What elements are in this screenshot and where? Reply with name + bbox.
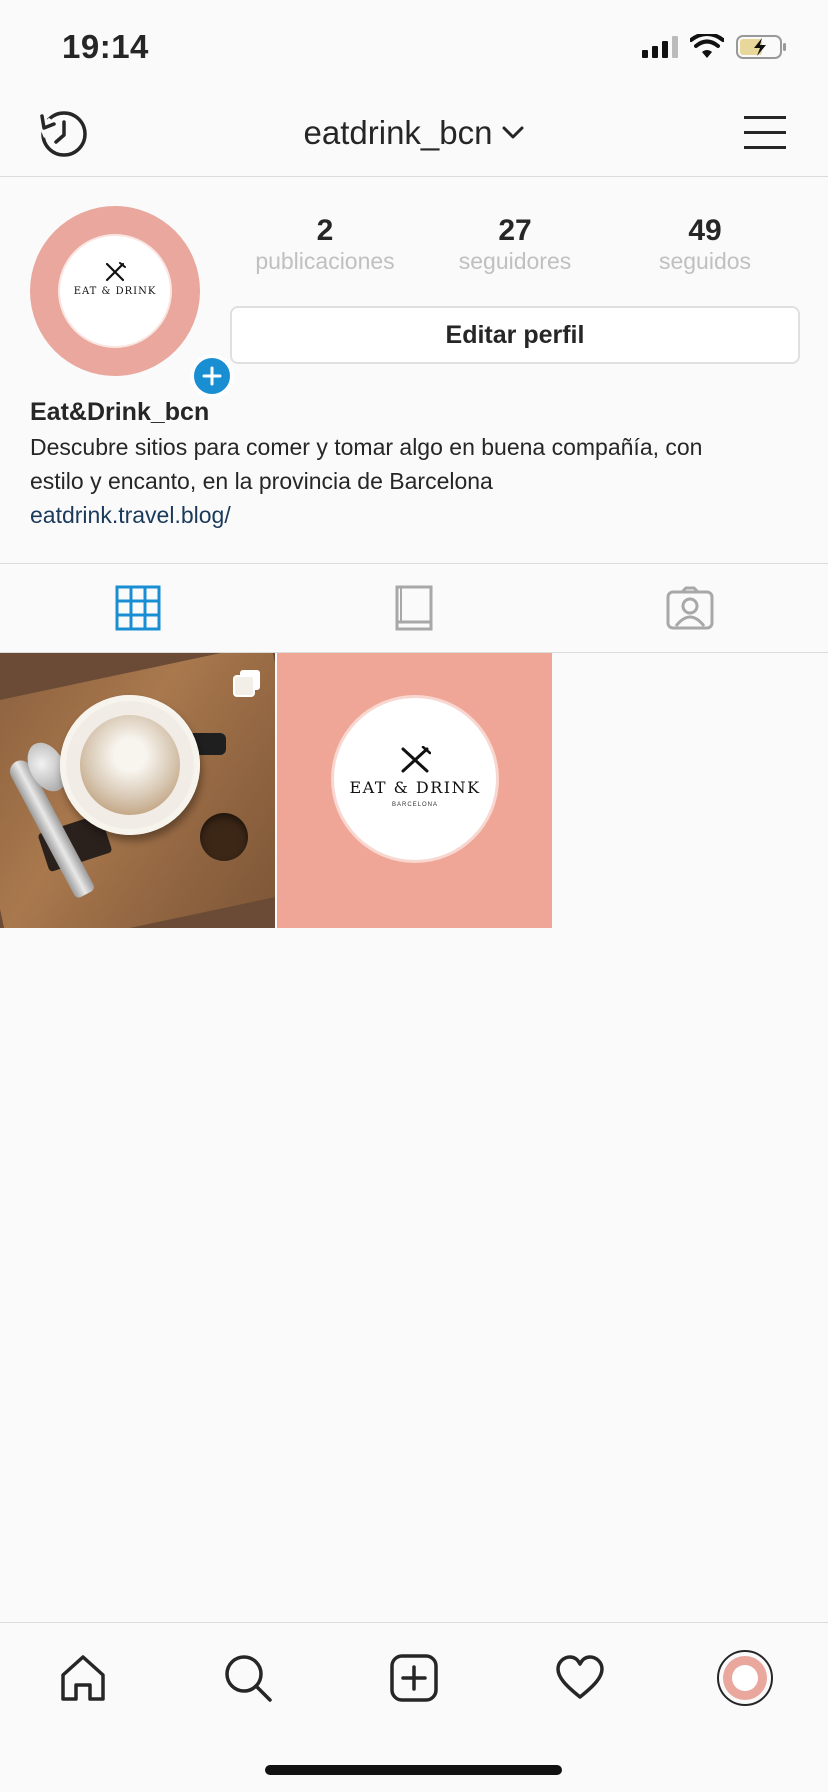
- stat-followers[interactable]: 27 seguidores: [420, 214, 610, 277]
- avatar-logo-text: EAT & DRINK: [73, 286, 157, 297]
- chevron-down-icon: [502, 126, 524, 139]
- nav-search[interactable]: [208, 1638, 288, 1718]
- home-indicator: [265, 1765, 562, 1775]
- post-thumbnail-logo[interactable]: EAT & DRINK BARCELONA: [277, 653, 552, 928]
- stat-following-label: seguidos: [658, 248, 752, 274]
- board-hole: [200, 813, 248, 861]
- stat-posts-count: 2: [316, 214, 334, 247]
- tab-grid[interactable]: [0, 564, 276, 652]
- add-post-icon: [390, 1654, 438, 1702]
- tagged-person-icon: [666, 586, 714, 630]
- nav-profile[interactable]: [705, 1638, 785, 1718]
- status-bar: 19:14: [0, 0, 828, 100]
- stat-posts-label: publicaciones: [255, 248, 395, 274]
- avatar-small-ring: [723, 1656, 768, 1700]
- latte-art: [80, 715, 180, 815]
- logo-title: EAT & DRINK: [349, 778, 481, 797]
- cellular-signal-icon: [642, 36, 678, 58]
- bio-line-1: Descubre sitios para comer y tomar algo …: [30, 434, 703, 460]
- add-story-button[interactable]: [190, 354, 234, 398]
- bio: Eat&Drink_bcn Descubre sitios para comer…: [30, 395, 800, 532]
- search-icon: [225, 1655, 273, 1702]
- top-nav: eatdrink_bcn: [0, 100, 828, 177]
- nav-home[interactable]: [43, 1638, 123, 1718]
- plus-icon: [202, 366, 222, 386]
- profile-avatar-small: [717, 1650, 774, 1706]
- multiple-photos-icon: [233, 670, 260, 697]
- status-time: 19:14: [62, 28, 149, 65]
- edit-profile-button[interactable]: Editar perfil: [230, 306, 800, 364]
- menu-icon[interactable]: [742, 110, 788, 156]
- nav-new-post[interactable]: [374, 1638, 454, 1718]
- battery-charging-icon: [736, 35, 786, 59]
- fork-knife-icon: [401, 746, 431, 773]
- username-title: eatdrink_bcn: [303, 114, 493, 151]
- logo-circle: EAT & DRINK BARCELONA: [334, 698, 496, 860]
- profile-tabs: [0, 563, 828, 653]
- status-icons: [642, 34, 788, 60]
- profile-header: EAT & DRINK 2 publicaciones 27 seguidore…: [0, 177, 828, 562]
- website-link[interactable]: eatdrink.travel.blog/: [30, 498, 800, 532]
- bio-line-2: estilo y encanto, en la provincia de Bar…: [30, 468, 493, 494]
- fork-knife-icon: [105, 262, 126, 282]
- stat-following-count: 49: [688, 214, 722, 247]
- nav-activity[interactable]: [540, 1638, 620, 1718]
- profile-avatar[interactable]: EAT & DRINK: [30, 206, 234, 398]
- avatar-small-logo: [732, 1665, 759, 1691]
- logo-subtitle: BARCELONA: [391, 802, 438, 808]
- post-thumbnail-coffee[interactable]: [0, 653, 275, 928]
- stat-posts[interactable]: 2 publicaciones: [230, 214, 420, 277]
- tab-tagged[interactable]: [552, 564, 828, 652]
- stat-followers-label: seguidores: [458, 248, 572, 274]
- avatar-logo: EAT & DRINK: [60, 236, 170, 346]
- home-icon: [61, 1655, 105, 1701]
- stat-followers-count: 27: [498, 214, 532, 247]
- stat-following[interactable]: 49 seguidos: [610, 214, 800, 277]
- account-switcher[interactable]: eatdrink_bcn: [0, 114, 828, 152]
- posts-grid: EAT & DRINK BARCELONA: [0, 653, 828, 929]
- bottom-nav: [0, 1622, 828, 1733]
- heart-icon: [555, 1655, 604, 1699]
- profile-stats: 2 publicaciones 27 seguidores 49 seguido…: [230, 214, 800, 277]
- tab-igtv[interactable]: [276, 564, 552, 652]
- grid-icon: [115, 585, 161, 631]
- display-name: Eat&Drink_bcn: [30, 398, 210, 426]
- book-icon: [395, 585, 433, 631]
- coffee-cup: [60, 695, 200, 835]
- wifi-icon: [690, 34, 724, 58]
